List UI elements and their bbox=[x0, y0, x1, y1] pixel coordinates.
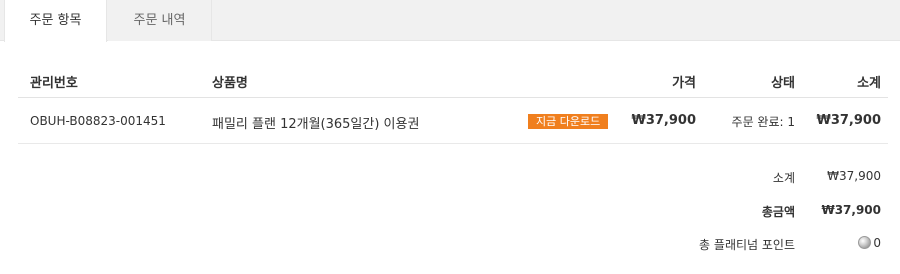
product-name: 패밀리 플랜 12개월(365일간) 이용권 bbox=[212, 117, 420, 132]
header-status: 상태 bbox=[771, 76, 795, 91]
header-price: 가격 bbox=[672, 76, 696, 91]
order-id: OBUH-B08823-001451 bbox=[30, 114, 166, 128]
table-header: 관리번호 상품명 가격 상태 소계 bbox=[18, 63, 888, 98]
summary-total-row: 총금액 ₩37,900 bbox=[0, 203, 900, 233]
summary-points-label: 총 플래티넘 포인트 bbox=[699, 238, 795, 252]
summary-points-value-wrap: 0 bbox=[858, 236, 881, 250]
item-price: ₩37,900 bbox=[631, 113, 696, 128]
summary-subtotal-label: 소계 bbox=[772, 171, 795, 185]
item-subtotal: ₩37,900 bbox=[816, 113, 881, 128]
summary-subtotal-row: 소계 ₩37,900 bbox=[0, 169, 900, 199]
summary-points-value: 0 bbox=[873, 236, 881, 250]
tab-bar: 주문 항목 주문 내역 bbox=[0, 0, 900, 42]
tab-order-history[interactable]: 주문 내역 bbox=[108, 0, 212, 41]
summary-total-value: ₩37,900 bbox=[821, 203, 881, 217]
summary-subtotal-value: ₩37,900 bbox=[827, 169, 881, 183]
download-now-button[interactable]: 지금 다운로드 bbox=[528, 114, 609, 129]
summary-total-label: 총금액 bbox=[761, 205, 795, 219]
header-subtotal: 소계 bbox=[857, 76, 881, 91]
tab-order-items[interactable]: 주문 항목 bbox=[4, 0, 107, 42]
order-status: 주문 완료: 1 bbox=[731, 115, 795, 129]
header-product-name: 상품명 bbox=[212, 76, 248, 91]
platinum-coin-icon bbox=[858, 236, 872, 249]
header-id: 관리번호 bbox=[30, 76, 78, 91]
table-row: OBUH-B08823-001451 패밀리 플랜 12개월(365일간) 이용… bbox=[18, 99, 888, 144]
summary-points-row: 총 플래티넘 포인트 0 bbox=[0, 236, 900, 266]
